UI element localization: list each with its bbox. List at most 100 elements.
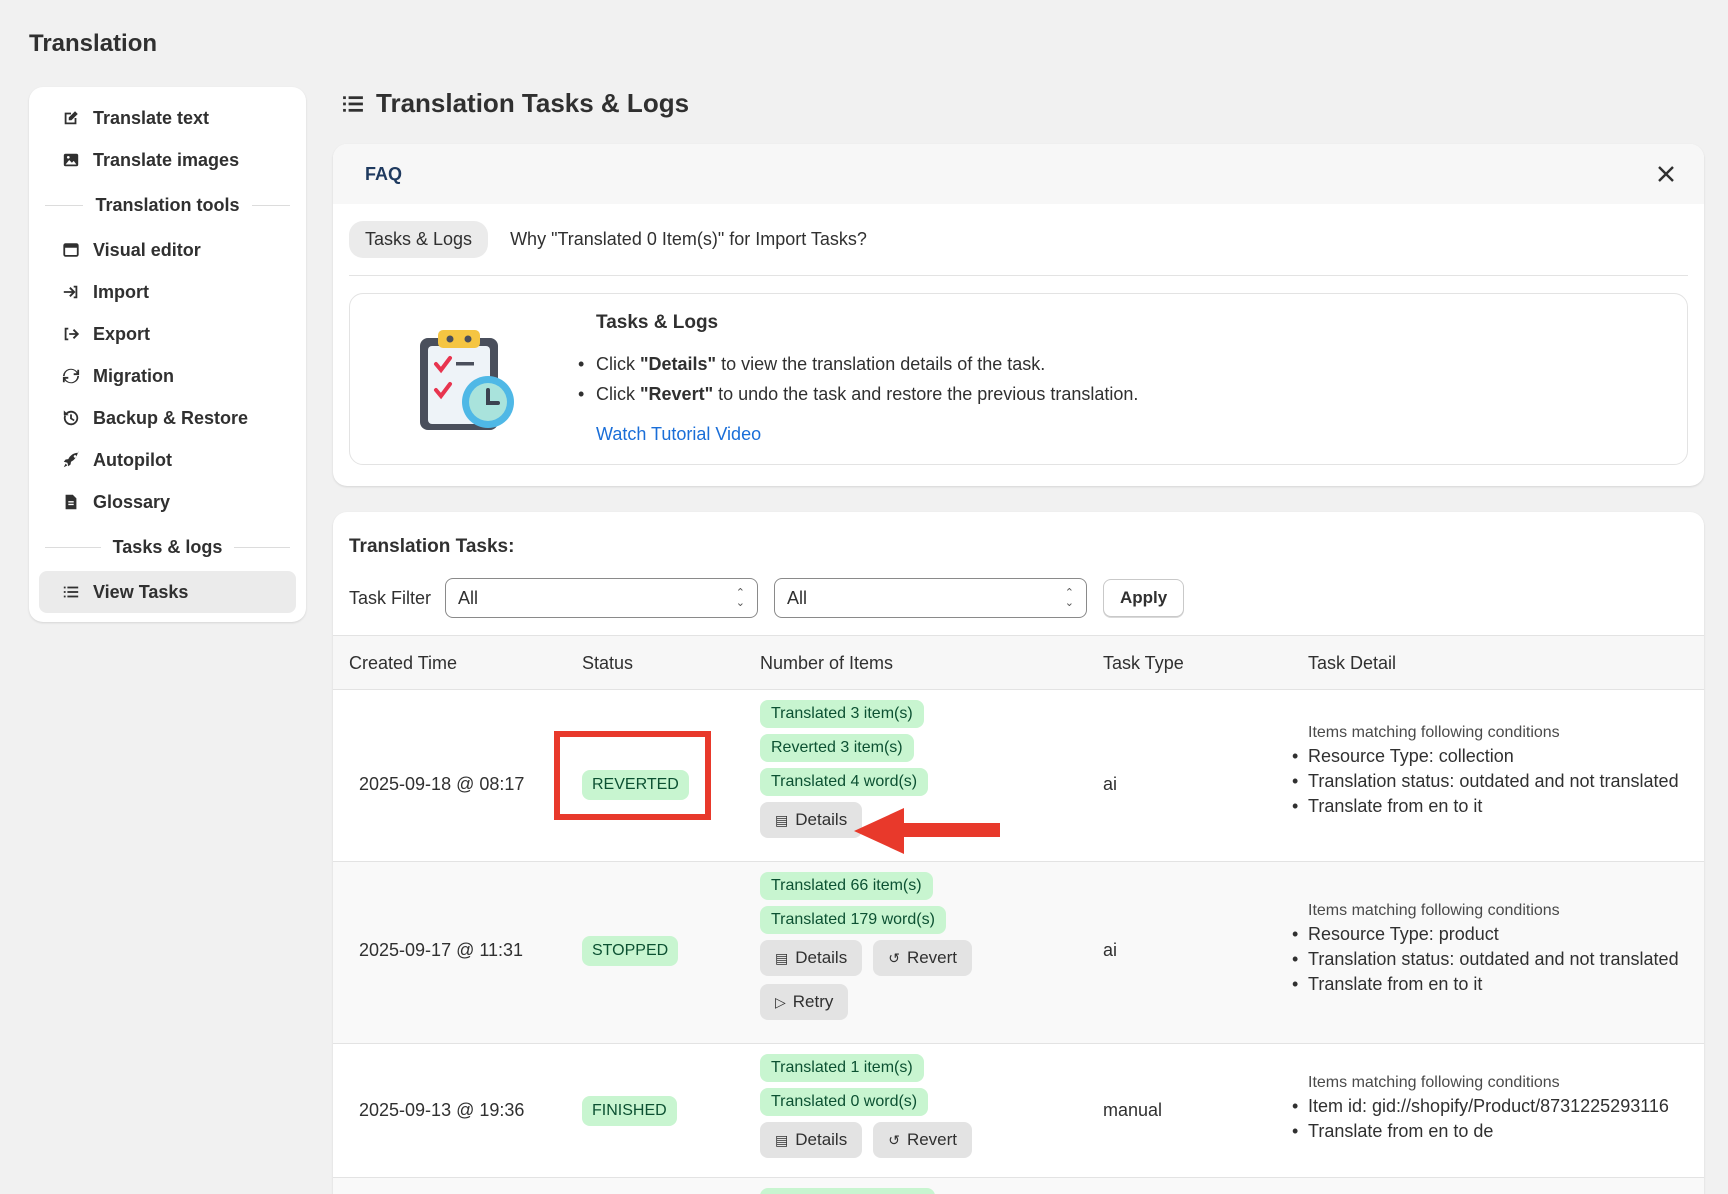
nav-translate-images[interactable]: Translate images	[39, 139, 296, 181]
section-tasks-logs: Tasks & logs	[29, 523, 306, 571]
nav-label: Visual editor	[93, 239, 201, 260]
retry-button[interactable]: ▷ Retry	[760, 984, 849, 1020]
document-icon	[61, 492, 81, 512]
col-created-time: Created Time	[349, 653, 458, 673]
import-icon	[61, 282, 81, 302]
undo-icon: ↺	[888, 949, 900, 966]
nav-label: Import	[93, 281, 149, 302]
faq-panel-title: Tasks & Logs	[596, 312, 719, 333]
nav-label: Translate text	[93, 107, 210, 128]
filter-select-1[interactable]: All ⌃ ⌄	[445, 578, 759, 618]
watch-tutorial-link[interactable]: Watch Tutorial Video	[596, 424, 761, 445]
revert-button[interactable]: ↺ Revert	[873, 940, 973, 976]
revert-button[interactable]: ↺ Revert	[873, 1122, 973, 1158]
task-detail: Items matching following conditions Reso…	[1292, 902, 1679, 999]
details-button[interactable]: ▤ Details	[760, 802, 863, 838]
undo-icon: ↺	[888, 1131, 900, 1148]
count-badge: Translated 179 word(s)	[760, 906, 946, 934]
task-type: manual	[1103, 1100, 1163, 1120]
faq-bullet-details: Click "Details" to view the translation …	[578, 354, 1138, 375]
clipboard-clock-icon	[420, 330, 514, 430]
detail-item: Translate from en to it	[1292, 796, 1679, 817]
nav-visual-editor[interactable]: Visual editor	[39, 229, 296, 271]
filter-label: Task Filter	[349, 587, 432, 608]
nav-autopilot[interactable]: Autopilot	[39, 439, 296, 481]
items-col: Translated 1 item(s) Translated 0 word(s…	[760, 1054, 983, 1166]
nav-label: Migration	[93, 365, 174, 386]
rocket-icon	[61, 450, 81, 470]
app-title: Translation	[29, 30, 158, 57]
count-badge: Translated 1 item(s)	[760, 1054, 924, 1082]
table-row	[333, 1178, 1704, 1194]
col-status: Status	[582, 653, 634, 673]
faq-header: FAQ	[333, 144, 1704, 204]
image-icon	[61, 150, 81, 170]
details-icon: ▤	[775, 811, 789, 828]
faq-tabs: Tasks & Logs Why "Translated 0 Item(s)" …	[349, 204, 1688, 276]
faq-card: FAQ Tasks & Logs Why "Translated 0 Item(…	[333, 144, 1704, 486]
faq-panel: Tasks & Logs Click "Details" to view the…	[349, 293, 1688, 465]
tasks-card: Translation Tasks: Task Filter All ⌃ ⌄ Al…	[333, 512, 1704, 1194]
nav-label: Glossary	[93, 491, 171, 512]
table-row: 2025-09-17 @ 11:31 STOPPED Translated 66…	[333, 862, 1704, 1044]
refresh-icon	[61, 366, 81, 386]
count-badge: Translated 4 word(s)	[760, 768, 929, 796]
filter-select-2[interactable]: All ⌃ ⌄	[774, 578, 1088, 618]
table-header: Created Time Status Number of Items Task…	[333, 635, 1704, 690]
details-icon: ▤	[775, 1131, 789, 1148]
close-icon[interactable]	[1652, 160, 1680, 188]
created-time: 2025-09-17 @ 11:31	[359, 940, 524, 960]
history-icon	[61, 408, 81, 428]
nav-import[interactable]: Import	[39, 271, 296, 313]
faq-bullet-revert: Click "Revert" to undo the task and rest…	[578, 384, 1138, 405]
chevron-updown-icon: ⌃ ⌄	[735, 587, 746, 609]
nav-backup-restore[interactable]: Backup & Restore	[39, 397, 296, 439]
export-icon	[61, 324, 81, 344]
tab-tasks-logs[interactable]: Tasks & Logs	[349, 221, 489, 258]
faq-instructions: Click "Details" to view the translation …	[578, 354, 1138, 414]
list-icon	[342, 93, 364, 115]
window-icon	[61, 240, 81, 260]
detail-item: Translation status: outdated and not tra…	[1292, 949, 1679, 970]
detail-item: Resource Type: product	[1292, 924, 1679, 945]
detail-item: Item id: gid://shopify/Product/873122529…	[1292, 1096, 1669, 1117]
detail-item: Resource Type: collection	[1292, 746, 1679, 767]
nav-label: Autopilot	[93, 449, 172, 470]
nav-label: Translate images	[93, 149, 240, 170]
sidebar: Translate text Translate images Translat…	[29, 87, 306, 622]
faq-title: FAQ	[365, 163, 403, 184]
task-type: ai	[1103, 774, 1118, 794]
list-icon	[61, 582, 81, 602]
nav-migration[interactable]: Migration	[39, 355, 296, 397]
task-detail: Items matching following conditions Item…	[1292, 1074, 1669, 1146]
apply-button[interactable]: Apply	[1103, 579, 1185, 617]
nav-translate-text[interactable]: Translate text	[39, 97, 296, 139]
table-row: 2025-09-18 @ 08:17 REVERTED Translated 3…	[333, 690, 1704, 862]
play-icon: ▷	[775, 993, 786, 1010]
nav-view-tasks[interactable]: View Tasks	[39, 571, 296, 613]
tasks-title: Translation Tasks:	[349, 536, 515, 557]
created-time: 2025-09-13 @ 19:36	[359, 1100, 525, 1120]
highlight-box	[554, 731, 711, 820]
count-badge: Reverted 3 item(s)	[760, 734, 914, 762]
details-icon: ▤	[775, 949, 789, 966]
status-badge: STOPPED	[582, 936, 679, 966]
detail-item: Translate from en to de	[1292, 1121, 1669, 1142]
items-col: Translated 66 item(s) Translated 179 wor…	[760, 872, 983, 1028]
nav-export[interactable]: Export	[39, 313, 296, 355]
detail-item: Translate from en to it	[1292, 974, 1679, 995]
details-button[interactable]: ▤ Details	[760, 940, 863, 976]
tab-why-translated-zero[interactable]: Why "Translated 0 Item(s)" for Import Ta…	[494, 221, 883, 258]
page-title: Translation Tasks & Logs	[342, 88, 689, 119]
count-badge: Translated 66 item(s)	[760, 872, 933, 900]
nav-glossary[interactable]: Glossary	[39, 481, 296, 523]
edit-icon	[61, 108, 81, 128]
count-badge: Translated 0 word(s)	[760, 1088, 929, 1116]
details-button[interactable]: ▤ Details	[760, 1122, 863, 1158]
task-detail: Items matching following conditions Reso…	[1292, 724, 1679, 821]
col-number-of-items: Number of Items	[760, 653, 894, 673]
nav-label: Backup & Restore	[93, 407, 249, 428]
detail-item: Translation status: outdated and not tra…	[1292, 771, 1679, 792]
status-badge: FINISHED	[582, 1096, 677, 1126]
task-type: ai	[1103, 940, 1118, 960]
